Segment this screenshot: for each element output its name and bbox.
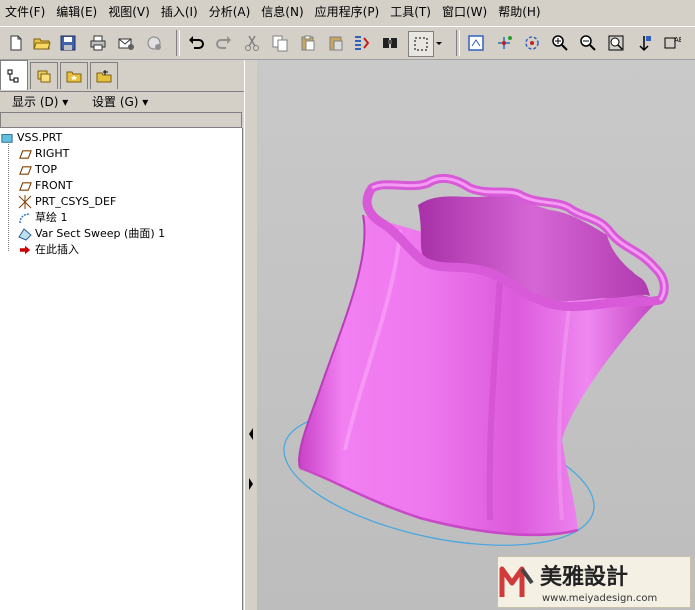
save-icon[interactable] [56, 31, 80, 55]
meiya-logo-mark: 美雅設計 www.meiyadesign.com [499, 564, 657, 604]
model-tree-tab[interactable] [0, 60, 28, 90]
tree-item-sketch[interactable]: 草绘 1 [18, 210, 68, 226]
tree-label: TOP [35, 163, 58, 176]
model-tree-icon [7, 69, 19, 82]
menu-edit[interactable]: 编辑(E) [51, 0, 102, 24]
tree-label: RIGHT [35, 147, 70, 160]
tree-item-root[interactable]: VSS.PRT [0, 130, 62, 146]
menu-help[interactable]: 帮助(H) [493, 0, 545, 24]
part-icon [0, 131, 14, 145]
connections-tab[interactable] [90, 62, 118, 89]
zoom-out-icon[interactable] [576, 31, 600, 55]
cut-icon[interactable] [240, 31, 264, 55]
menu-tools[interactable]: 工具(T) [385, 0, 436, 24]
panel-splitter[interactable] [244, 60, 258, 610]
tree-label: VSS.PRT [17, 131, 63, 144]
tree-options-bar: 显示 (D) ▾ 设置 (G) ▾ [0, 91, 244, 112]
find-icon[interactable] [378, 31, 402, 55]
main-toolbar: AB [0, 26, 695, 60]
selection-box-icon[interactable] [408, 31, 434, 57]
new-file-icon[interactable] [4, 31, 28, 55]
print-icon[interactable] [86, 31, 110, 55]
logo-brand-text: 美雅設計 [540, 564, 628, 590]
tree-item-csys[interactable]: PRT_CSYS_DEF [18, 194, 116, 210]
tree-item-front-plane[interactable]: FRONT [18, 178, 73, 194]
redo-icon[interactable] [212, 31, 236, 55]
model-viewport-canvas [283, 173, 669, 546]
copy-icon[interactable] [268, 31, 292, 55]
zoom-in-icon[interactable] [548, 31, 572, 55]
repaint-icon[interactable] [464, 31, 488, 55]
orient-mode-icon[interactable] [520, 31, 544, 55]
send-mail-icon[interactable] [114, 31, 138, 55]
saved-views-icon[interactable]: AB [660, 31, 684, 55]
tree-label: 草绘 1 [35, 211, 68, 224]
model-tree-panel: 显示 (D) ▾ 设置 (G) ▾ VSS.PRT RIGHT TOP FRON… [0, 60, 244, 610]
paste-icon[interactable] [296, 31, 320, 55]
tree-connector [8, 144, 9, 251]
coordinate-system-icon [18, 195, 32, 209]
menu-insert[interactable]: 插入(I) [156, 0, 203, 24]
tree-item-insert-here[interactable]: 在此插入 [18, 242, 79, 258]
settings-dropdown[interactable]: 设置 (G) ▾ [88, 93, 152, 111]
undo-icon[interactable] [184, 31, 208, 55]
toolbar-separator [456, 30, 460, 56]
layer-tab[interactable] [30, 62, 58, 89]
tree-label: PRT_CSYS_DEF [35, 195, 117, 208]
menu-view[interactable]: 视图(V) [103, 0, 155, 24]
sketch-icon [18, 211, 32, 225]
send-link-icon[interactable] [142, 31, 166, 55]
collapse-left-arrow-icon[interactable] [245, 424, 257, 444]
regenerate-icon[interactable] [350, 31, 374, 55]
tree-label: 在此插入 [35, 243, 79, 256]
datum-plane-icon [18, 163, 32, 177]
menu-window[interactable]: 窗口(W) [437, 0, 492, 24]
tree-label: Var Sect Sweep (曲面) 1 [35, 227, 166, 240]
menu-file[interactable]: 文件(F) [0, 0, 50, 24]
paste-special-icon[interactable] [324, 31, 348, 55]
logo-url-text: www.meiyadesign.com [542, 593, 657, 604]
reorient-icon[interactable] [632, 31, 656, 55]
graphics-window[interactable] [257, 60, 695, 610]
model-tree: VSS.PRT RIGHT TOP FRONT PRT_CSYS_DEF 草绘 … [0, 128, 243, 610]
datum-plane-icon [18, 179, 32, 193]
tree-item-var-sect-sweep[interactable]: Var Sect Sweep (曲面) 1 [18, 226, 165, 242]
layers-icon [37, 70, 51, 83]
menu-bar: 文件(F) 编辑(E) 视图(V) 插入(I) 分析(A) 信息(N) 应用程序… [0, 0, 695, 24]
tree-item-right-plane[interactable]: RIGHT [18, 146, 69, 162]
tree-item-top-plane[interactable]: TOP [18, 162, 57, 178]
refit-icon[interactable] [604, 31, 628, 55]
tree-label: FRONT [35, 179, 73, 192]
show-dropdown[interactable]: 显示 (D) ▾ [8, 93, 72, 111]
toolbar-separator [176, 30, 180, 56]
menu-applications[interactable]: 应用程序(P) [310, 0, 385, 24]
open-folder-icon[interactable] [30, 31, 54, 55]
svg-text:AB: AB [674, 36, 681, 44]
favorites-folder-icon [66, 71, 82, 83]
chevron-down-icon[interactable] [434, 31, 444, 55]
insert-arrow-icon [18, 243, 32, 257]
sweep-surface-icon [18, 227, 32, 241]
watermark-logo: 美雅設計 www.meiyadesign.com [497, 556, 691, 608]
navigator-tabs [0, 60, 244, 90]
tree-column-header [0, 112, 242, 128]
menu-analysis[interactable]: 分析(A) [204, 0, 256, 24]
favorites-tab[interactable] [60, 62, 88, 89]
expand-right-arrow-icon[interactable] [245, 474, 257, 494]
spin-center-icon[interactable] [492, 31, 516, 55]
menu-info[interactable]: 信息(N) [256, 0, 308, 24]
datum-plane-icon [18, 147, 32, 161]
folder-connections-icon [96, 70, 112, 83]
